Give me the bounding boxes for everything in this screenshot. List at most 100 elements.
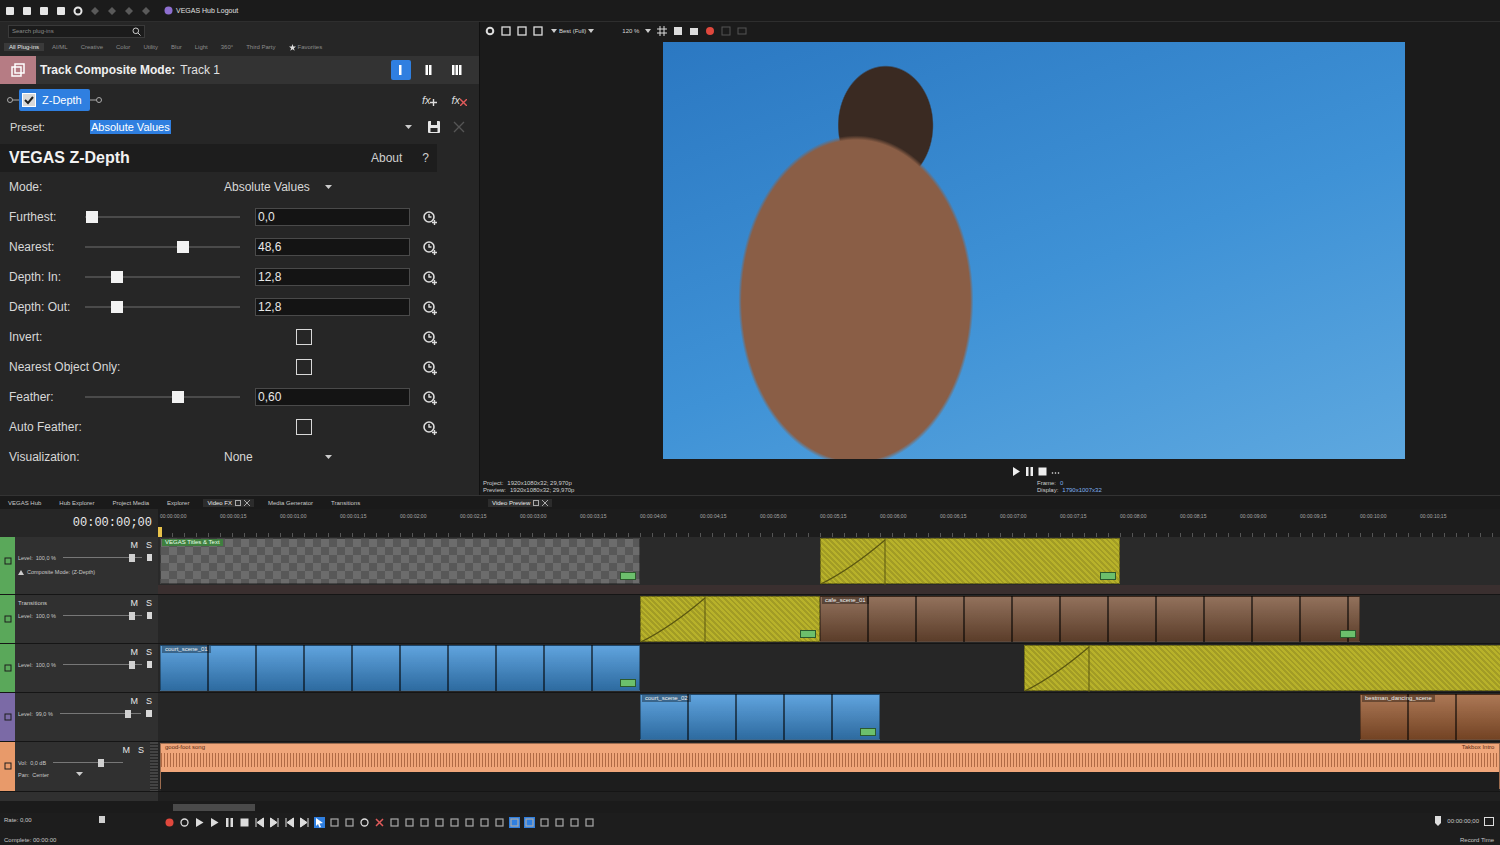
track-level-slider[interactable] — [63, 661, 142, 669]
param-slider[interactable] — [85, 210, 240, 224]
save-icon[interactable] — [39, 6, 49, 16]
loop-icon[interactable] — [179, 817, 190, 828]
dock-tab[interactable]: Project Media — [108, 499, 153, 507]
animate-keyframe-icon[interactable] — [422, 329, 438, 345]
play-icon[interactable] — [1012, 467, 1021, 476]
preview-quality-dropdown[interactable]: Best (Full) — [551, 28, 594, 34]
track-level-box[interactable] — [146, 710, 152, 717]
slider-thumb[interactable] — [172, 391, 184, 403]
track-header[interactable]: TransitionsMSLevel:100,0 % — [0, 595, 158, 643]
copy-icon[interactable] — [56, 6, 66, 16]
select-icon[interactable] — [344, 817, 355, 828]
help-button[interactable]: ? — [422, 151, 429, 165]
slider-thumb[interactable] — [111, 271, 123, 283]
preset-dropdown[interactable]: Absolute Values — [88, 118, 415, 136]
play-start-icon[interactable] — [194, 817, 205, 828]
plugin-category-tab[interactable]: Utility — [138, 43, 163, 51]
pause-icon[interactable] — [224, 817, 235, 828]
param-value-field[interactable]: 12,8 — [255, 268, 410, 286]
slider-thumb[interactable] — [177, 241, 189, 253]
video-clip[interactable]: court_scene_01 — [160, 645, 640, 691]
fade-curve-icon[interactable] — [641, 597, 707, 643]
gear-icon[interactable] — [485, 26, 495, 36]
mute-button[interactable]: M — [130, 598, 138, 608]
animate-keyframe-icon[interactable] — [422, 389, 438, 405]
search-icon[interactable] — [132, 27, 141, 36]
video-preview-tab[interactable]: Video Preview — [488, 499, 552, 507]
copy-snapshot-icon[interactable] — [673, 26, 683, 36]
track-fx-icon[interactable] — [4, 615, 12, 623]
group-icon[interactable] — [554, 817, 565, 828]
mute-button[interactable]: M — [130, 540, 138, 550]
slider-thumb[interactable] — [111, 301, 123, 313]
dock-tab[interactable]: Video FX — [203, 499, 254, 507]
track-header[interactable]: MSLevel:100,0 % — [0, 644, 158, 692]
plugin-category-tab[interactable]: Color — [111, 43, 135, 51]
animate-keyframe-icon[interactable] — [422, 269, 438, 285]
animate-keyframe-icon[interactable] — [422, 359, 438, 375]
animate-keyframe-icon[interactable] — [422, 209, 438, 225]
pan-caret-icon[interactable] — [76, 772, 83, 777]
region-icon[interactable] — [479, 817, 490, 828]
video-clip[interactable]: cafe_scene_01 — [820, 596, 1360, 642]
slider-thumb[interactable] — [129, 612, 135, 620]
solo-button[interactable]: S — [138, 745, 144, 755]
open-icon[interactable] — [22, 6, 32, 16]
track-header[interactable]: MSVol:0,0 dBPan:Center — [0, 742, 158, 791]
mute-button[interactable]: M — [130, 696, 138, 706]
param-value-field[interactable]: 0,60 — [255, 388, 410, 406]
clip-fx-icon[interactable] — [620, 679, 636, 687]
plugin-category-tab[interactable]: Creative — [76, 43, 108, 51]
video-clip[interactable]: court_scene_02 — [640, 694, 880, 740]
animate-keyframe-icon[interactable] — [422, 419, 438, 435]
cut-icon[interactable] — [90, 6, 100, 16]
cursor-icon[interactable] — [314, 817, 325, 828]
dropdown-caret-icon[interactable] — [645, 29, 651, 33]
fx-chain-item[interactable]: Z-Depth — [19, 89, 90, 111]
param-slider[interactable] — [85, 300, 240, 314]
trim-icon[interactable] — [404, 817, 415, 828]
track-header[interactable]: MSLevel:100,0 %Composite Mode: (Z-Depth) — [0, 537, 158, 594]
remove-fx-button[interactable]: fx — [451, 94, 467, 106]
composite-mode-label[interactable]: Composite Mode: (Z-Depth) — [18, 569, 152, 575]
plugin-category-tab[interactable]: Light — [190, 43, 213, 51]
param-value-field[interactable]: 48,6 — [255, 238, 410, 256]
edit-icon[interactable] — [524, 817, 535, 828]
settings-icon[interactable] — [73, 6, 83, 16]
trim-icon[interactable] — [389, 817, 400, 828]
param-value-field[interactable]: 0,0 — [255, 208, 410, 226]
fx-enable-checkbox[interactable] — [22, 93, 36, 107]
track-level-box[interactable] — [147, 612, 153, 619]
prev-icon[interactable] — [254, 817, 265, 828]
prev-frame-icon[interactable] — [284, 817, 295, 828]
solid-color-clip[interactable] — [640, 596, 820, 642]
clip-fx-icon[interactable] — [1100, 572, 1116, 580]
playhead[interactable] — [158, 527, 162, 537]
param-dropdown[interactable]: Absolute Values — [222, 179, 335, 195]
envelope-icon[interactable] — [329, 817, 340, 828]
plugin-category-tab[interactable]: 360° — [216, 43, 238, 51]
plugin-category-tab[interactable]: All Plug-ins — [4, 43, 44, 51]
track-fx-icon[interactable] — [4, 713, 12, 721]
video-clip[interactable]: bestman_dancing_scene — [1360, 694, 1500, 740]
new-icon[interactable] — [5, 6, 15, 16]
ungroup-icon[interactable] — [569, 817, 580, 828]
trim-icon[interactable] — [419, 817, 430, 828]
dock-tab[interactable]: Media Generator — [264, 499, 317, 507]
media-icon[interactable] — [584, 817, 595, 828]
chain-mode-button[interactable] — [419, 60, 439, 80]
close-tab-icon[interactable] — [542, 500, 548, 506]
animate-keyframe-icon[interactable] — [422, 239, 438, 255]
solo-button[interactable]: S — [146, 696, 152, 706]
dock-tab[interactable]: Transitions — [327, 499, 364, 507]
slider-thumb[interactable] — [129, 554, 135, 562]
snap-icon[interactable] — [494, 817, 505, 828]
clip-fx-icon[interactable] — [800, 630, 816, 638]
plugin-search-field[interactable]: Search plug-ins — [8, 25, 145, 38]
undo-icon[interactable] — [124, 6, 134, 16]
overlays-icon[interactable] — [737, 26, 747, 36]
grid-icon[interactable] — [539, 817, 550, 828]
delete-icon[interactable] — [374, 817, 385, 828]
marker-icon[interactable] — [1434, 816, 1442, 826]
zoom-icon[interactable] — [359, 817, 370, 828]
